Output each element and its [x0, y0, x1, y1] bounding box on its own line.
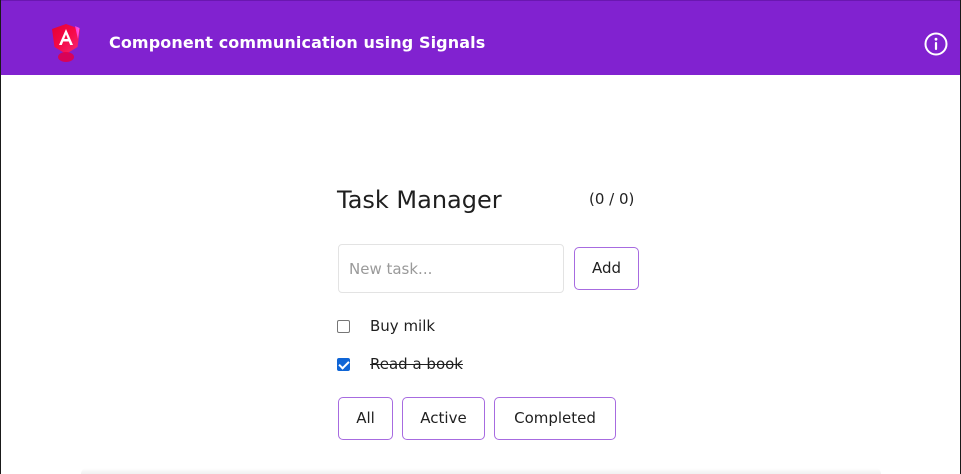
app-title: Component communication using Signals [109, 33, 486, 52]
new-task-input[interactable] [338, 244, 564, 293]
filter-all-button[interactable]: All [338, 397, 393, 440]
task-label: Read a book [370, 355, 463, 373]
info-icon[interactable] [923, 31, 949, 57]
task-item: Buy milk [337, 313, 435, 339]
task-checkbox[interactable] [337, 357, 350, 371]
angular-logo-icon [52, 24, 80, 62]
app-window: Component communication using Signals Ta… [0, 0, 961, 474]
filter-active-button[interactable]: Active [402, 397, 485, 440]
task-item: Read a book [337, 351, 463, 377]
task-label: Buy milk [370, 317, 436, 335]
filter-completed-button[interactable]: Completed [494, 397, 616, 440]
top-bar: Component communication using Signals [1, 0, 960, 75]
task-checkbox[interactable] [337, 319, 350, 333]
task-manager-title: Task Manager [337, 186, 502, 214]
divider [81, 468, 881, 474]
add-task-button[interactable]: Add [574, 247, 639, 290]
task-counter: (0 / 0) [589, 190, 635, 208]
